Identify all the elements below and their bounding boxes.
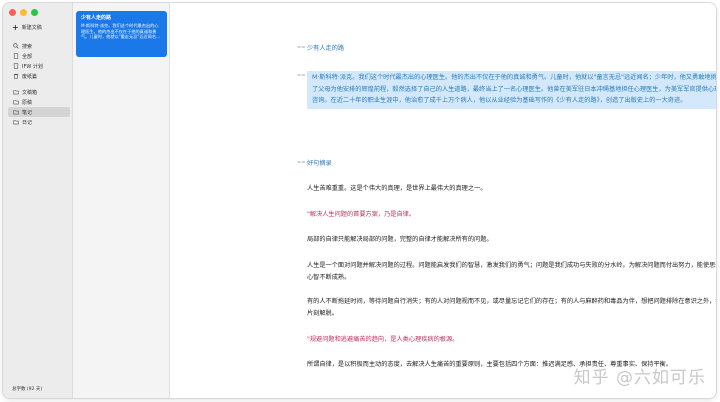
trash-icon [13,74,19,79]
plus-icon: + [12,22,19,32]
sidebar-item-label: 废纸篓 [22,73,38,80]
section-heading-row: == 好句摘录 › [297,158,716,170]
sidebar-item-drafts[interactable]: 原稿 [8,97,70,107]
sidebar-item-label: 全部 [22,53,33,60]
new-document-label: 新建文稿 [21,25,42,31]
folder-icon [13,120,19,125]
paragraph-3[interactable]: 人生是一个面对问题并解决问题的过程。问题能启发我们的智慧，激发我们的勇气；问题是… [307,260,716,283]
paragraph-4[interactable]: 有的人不断拖延时间，等待问题自行消失；有的人对问题视而不见，或尽量忘记它们的存在… [307,296,716,319]
paragraph-1[interactable]: 人生苦难重重。这是个伟大的真理，是世界上最伟大的真理之一。 [307,183,716,195]
sidebar-item-notes[interactable]: 笔记 [8,107,70,117]
folder-icon [13,110,19,115]
zoom-window-button[interactable] [31,9,38,16]
minimize-window-button[interactable] [20,9,27,16]
search-icon [13,43,19,49]
sidebar-item-label: 文稿箱 [22,89,38,96]
sidebar: + 新建文稿 搜索 全部 IFW 计划 废纸篓 文稿箱 原稿 笔记 日记 总字数… [3,3,73,398]
sidebar-item-diary[interactable]: 日记 [8,117,70,127]
sidebar-item-label: 笔记 [22,109,33,116]
window-controls [9,9,38,16]
sidebar-item-inbox[interactable]: 文稿箱 [8,87,70,97]
heading-marker-icon: == [297,73,306,79]
quote-1[interactable]: "解决人生问题的首要方案，乃是自律。 [307,209,716,221]
sidebar-item-label: IFW 计划 [22,63,43,70]
heading-marker-icon: == [297,45,306,51]
sidebar-nav: 搜索 全部 IFW 计划 废纸篓 [8,41,70,81]
new-document-button[interactable]: + 新建文稿 [12,22,42,32]
document-list: 少有人走的路 M·斯科特·派克。我们这个时代最杰出的心理医生。他的杰出不仅在于他… [73,3,170,398]
intro-paragraph-row: == M·斯科特·派克。我们这个时代最杰出的心理医生。他的杰出不仅在于他的真诚和… [297,71,716,109]
editor[interactable]: == 少有人走的路 › == M·斯科特·派克。我们这个时代最杰出的心理医生。他… [170,3,716,398]
sidebar-item-label: 搜索 [22,43,33,50]
section-heading[interactable]: 好句摘录 [307,160,332,167]
sidebar-item-trash[interactable]: 废纸篓 [8,71,70,81]
document-card-title: 少有人走的路 [81,15,112,21]
document-title[interactable]: 少有人走的路 [307,45,344,52]
paragraph-2[interactable]: 局部的自律只能解决局部的问题，完整的自律才能解决所有的问题。 [307,234,716,246]
document-icon [13,63,19,69]
document-card-excerpt: M·斯科特·派克。我们这个时代最杰出的心理医生。他的杰出不仅在于他的真诚和勇气。… [81,23,161,40]
folder-icon [13,90,19,95]
intro-paragraph[interactable]: M·斯科特·派克。我们这个时代最杰出的心理医生。他的杰出不仅在于他的真诚和勇气。… [307,71,716,109]
heading-marker-icon: == [297,160,306,166]
word-count-status[interactable]: 总字数 (92 天) [12,386,42,392]
close-window-button[interactable] [9,9,16,16]
document-title-row: == 少有人走的路 › [297,43,716,55]
watermark: 知乎 @六如可乐 [573,368,706,388]
sidebar-item-label: 原稿 [22,99,33,106]
document-card-selected[interactable]: 少有人走的路 M·斯科特·派克。我们这个时代最杰出的心理医生。他的杰出不仅在于他… [76,11,167,57]
sidebar-item-search[interactable]: 搜索 [8,41,70,51]
sidebar-item-ifw-plan[interactable]: IFW 计划 [8,61,70,71]
quote-2[interactable]: "规避问题和逃避痛苦的趋向，是人类心理疾病的根源。 [307,334,716,346]
folder-icon [13,100,19,105]
sidebar-item-all[interactable]: 全部 [8,51,70,61]
sidebar-folders: 文稿箱 原稿 笔记 日记 [8,87,70,127]
sidebar-item-label: 日记 [22,119,33,126]
document-icon [13,53,19,59]
app-window: + 新建文稿 搜索 全部 IFW 计划 废纸篓 文稿箱 原稿 笔记 日记 总字数… [3,3,716,398]
